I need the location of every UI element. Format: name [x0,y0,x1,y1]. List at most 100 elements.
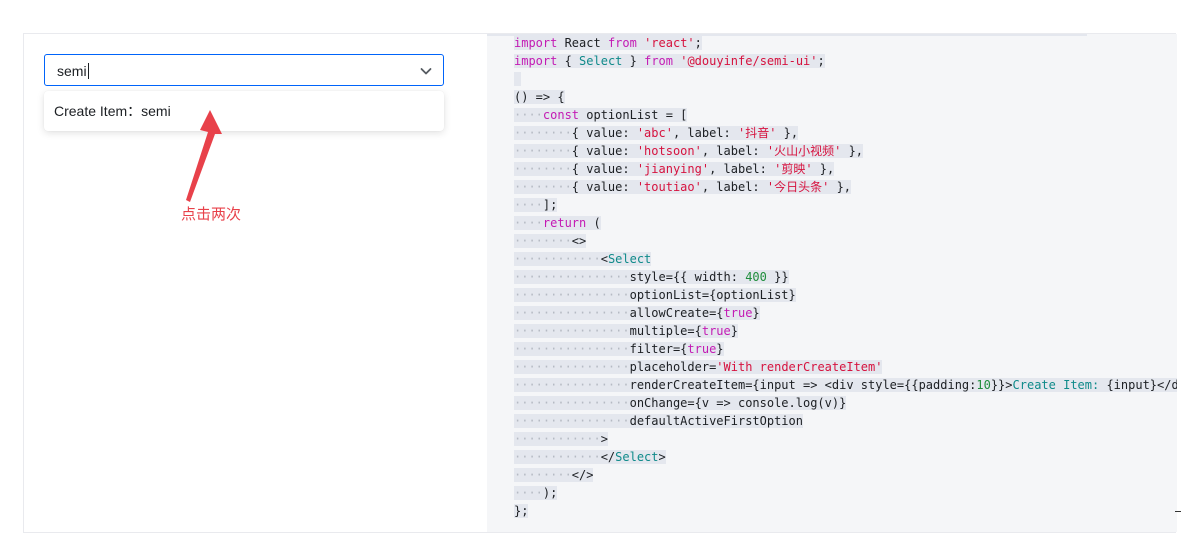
code-token: 'abc' [636,126,673,140]
code-line: ················renderCreateItem={input … [514,376,1177,394]
code-line: ········<> [514,232,1177,250]
code-line: ················allowCreate={true} [514,304,1177,322]
code-token: multiple={ [629,324,702,338]
code-line: ················filter={true} [514,340,1177,358]
code-token: ················ [514,414,630,428]
code-line: ············<Select [514,250,1177,268]
code-token: ···· [514,108,543,122]
code-token: Select [607,252,652,266]
code-token: 'With renderCreateItem' [716,360,883,374]
code-token: > [600,432,608,446]
code-token: ); [542,486,558,500]
code-token: ················ [514,360,630,374]
code-token: } [716,342,724,356]
code-token: const [542,108,580,122]
code-token: 'hotsoon' [636,144,702,158]
code-token: '@douyinfe/semi-ui' [680,54,818,68]
code-token: ; [694,36,702,50]
select-search-input[interactable]: semi [57,61,89,81]
code-line: import React from 'react'; [514,34,1177,52]
code-token: ; [817,54,825,68]
code-line: ············</Select> [514,448,1177,466]
code-line: () => { [514,88,1177,106]
code-token: renderCreateItem={input => <div style={{… [629,378,977,392]
code-token: ············ [514,450,601,464]
code-token: < [600,252,608,266]
code-token: Create Item: [1012,378,1100,392]
code-line: ················defaultActiveFirstOption [514,412,1177,430]
code-token: ················ [514,378,630,392]
code-token: ················ [514,306,630,320]
create-item-option[interactable]: Create Item：semi [54,91,171,131]
code-token: }} [766,270,789,284]
code-token: ················ [514,288,630,302]
code-token: from [644,54,673,68]
code-token [636,36,645,50]
code-token: { value: [571,144,637,158]
code-token: '火山小视频' [766,144,842,158]
code-token: ········ [514,234,572,248]
chevron-down-icon[interactable] [419,64,433,78]
text-cursor [87,63,89,79]
code-token: '今日头条' [766,180,830,194]
code-token: </ [600,450,616,464]
code-token: ················ [514,342,630,356]
code-token: optionList = [ [579,108,688,122]
code-token: ···· [514,216,543,230]
code-token: 400 [745,270,767,284]
code-line: ················onChange={v => console.l… [514,394,1177,412]
code-token: true [723,306,753,320]
code-token [514,72,522,86]
code-token: ············ [514,432,601,446]
code-line: ····const optionList = [ [514,106,1177,124]
code-token: '剪映' [774,162,813,176]
code-line [514,70,1177,88]
code-token: , label: [701,180,767,194]
code-line: ········</> [514,466,1177,484]
code-token: }; [514,504,529,518]
code-token: { value: [571,162,637,176]
code-block: import React from 'react'; import { Selec… [514,34,1177,520]
code-token: }, [829,180,852,194]
code-token: ···· [514,486,543,500]
edge-mark [1175,511,1181,512]
code-token: { value: [571,180,637,194]
code-token: React [557,36,608,50]
code-token: }}> [990,378,1013,392]
code-token: 'toutiao' [636,180,702,194]
code-token: </> [571,468,594,482]
code-line: ················optionList={optionList} [514,286,1177,304]
code-token: placeholder= [629,360,717,374]
code-token: return [542,216,587,230]
code-token: } [622,54,645,68]
code-token: ( [586,216,601,230]
code-token: {input}</div>} [1099,378,1177,392]
select-value-text: semi [57,63,87,79]
code-token: allowCreate={ [629,306,724,320]
code-token: () => { [514,90,565,104]
code-line: ····); [514,484,1177,502]
code-panel: import React from 'react'; import { Selec… [487,34,1177,532]
code-token: ········ [514,144,572,158]
code-token: ················ [514,270,630,284]
code-token: ]; [542,198,558,212]
code-token: ········ [514,162,572,176]
code-line: ········{ value: 'toutiao', label: '今日头条… [514,178,1177,196]
code-token: , label: [672,126,738,140]
demo-preview: semi Create Item：semi 点击两次 [24,34,487,532]
code-token: }, [812,162,835,176]
code-token: 'react' [644,36,695,50]
code-line: ········{ value: 'hotsoon', label: '火山小视… [514,142,1177,160]
code-line: ····return ( [514,214,1177,232]
select-dropdown: Create Item：semi [44,91,444,131]
code-token: <> [571,234,587,248]
code-token: filter={ [629,342,688,356]
code-token: optionList={optionList} [629,288,796,302]
code-token: ········ [514,126,572,140]
code-token: true [701,324,731,338]
code-token: Select [615,450,659,464]
select-input-box[interactable]: semi [44,54,444,86]
code-token: ········ [514,468,572,482]
code-token: style={{ width: [629,270,746,284]
code-token: ········ [514,180,572,194]
